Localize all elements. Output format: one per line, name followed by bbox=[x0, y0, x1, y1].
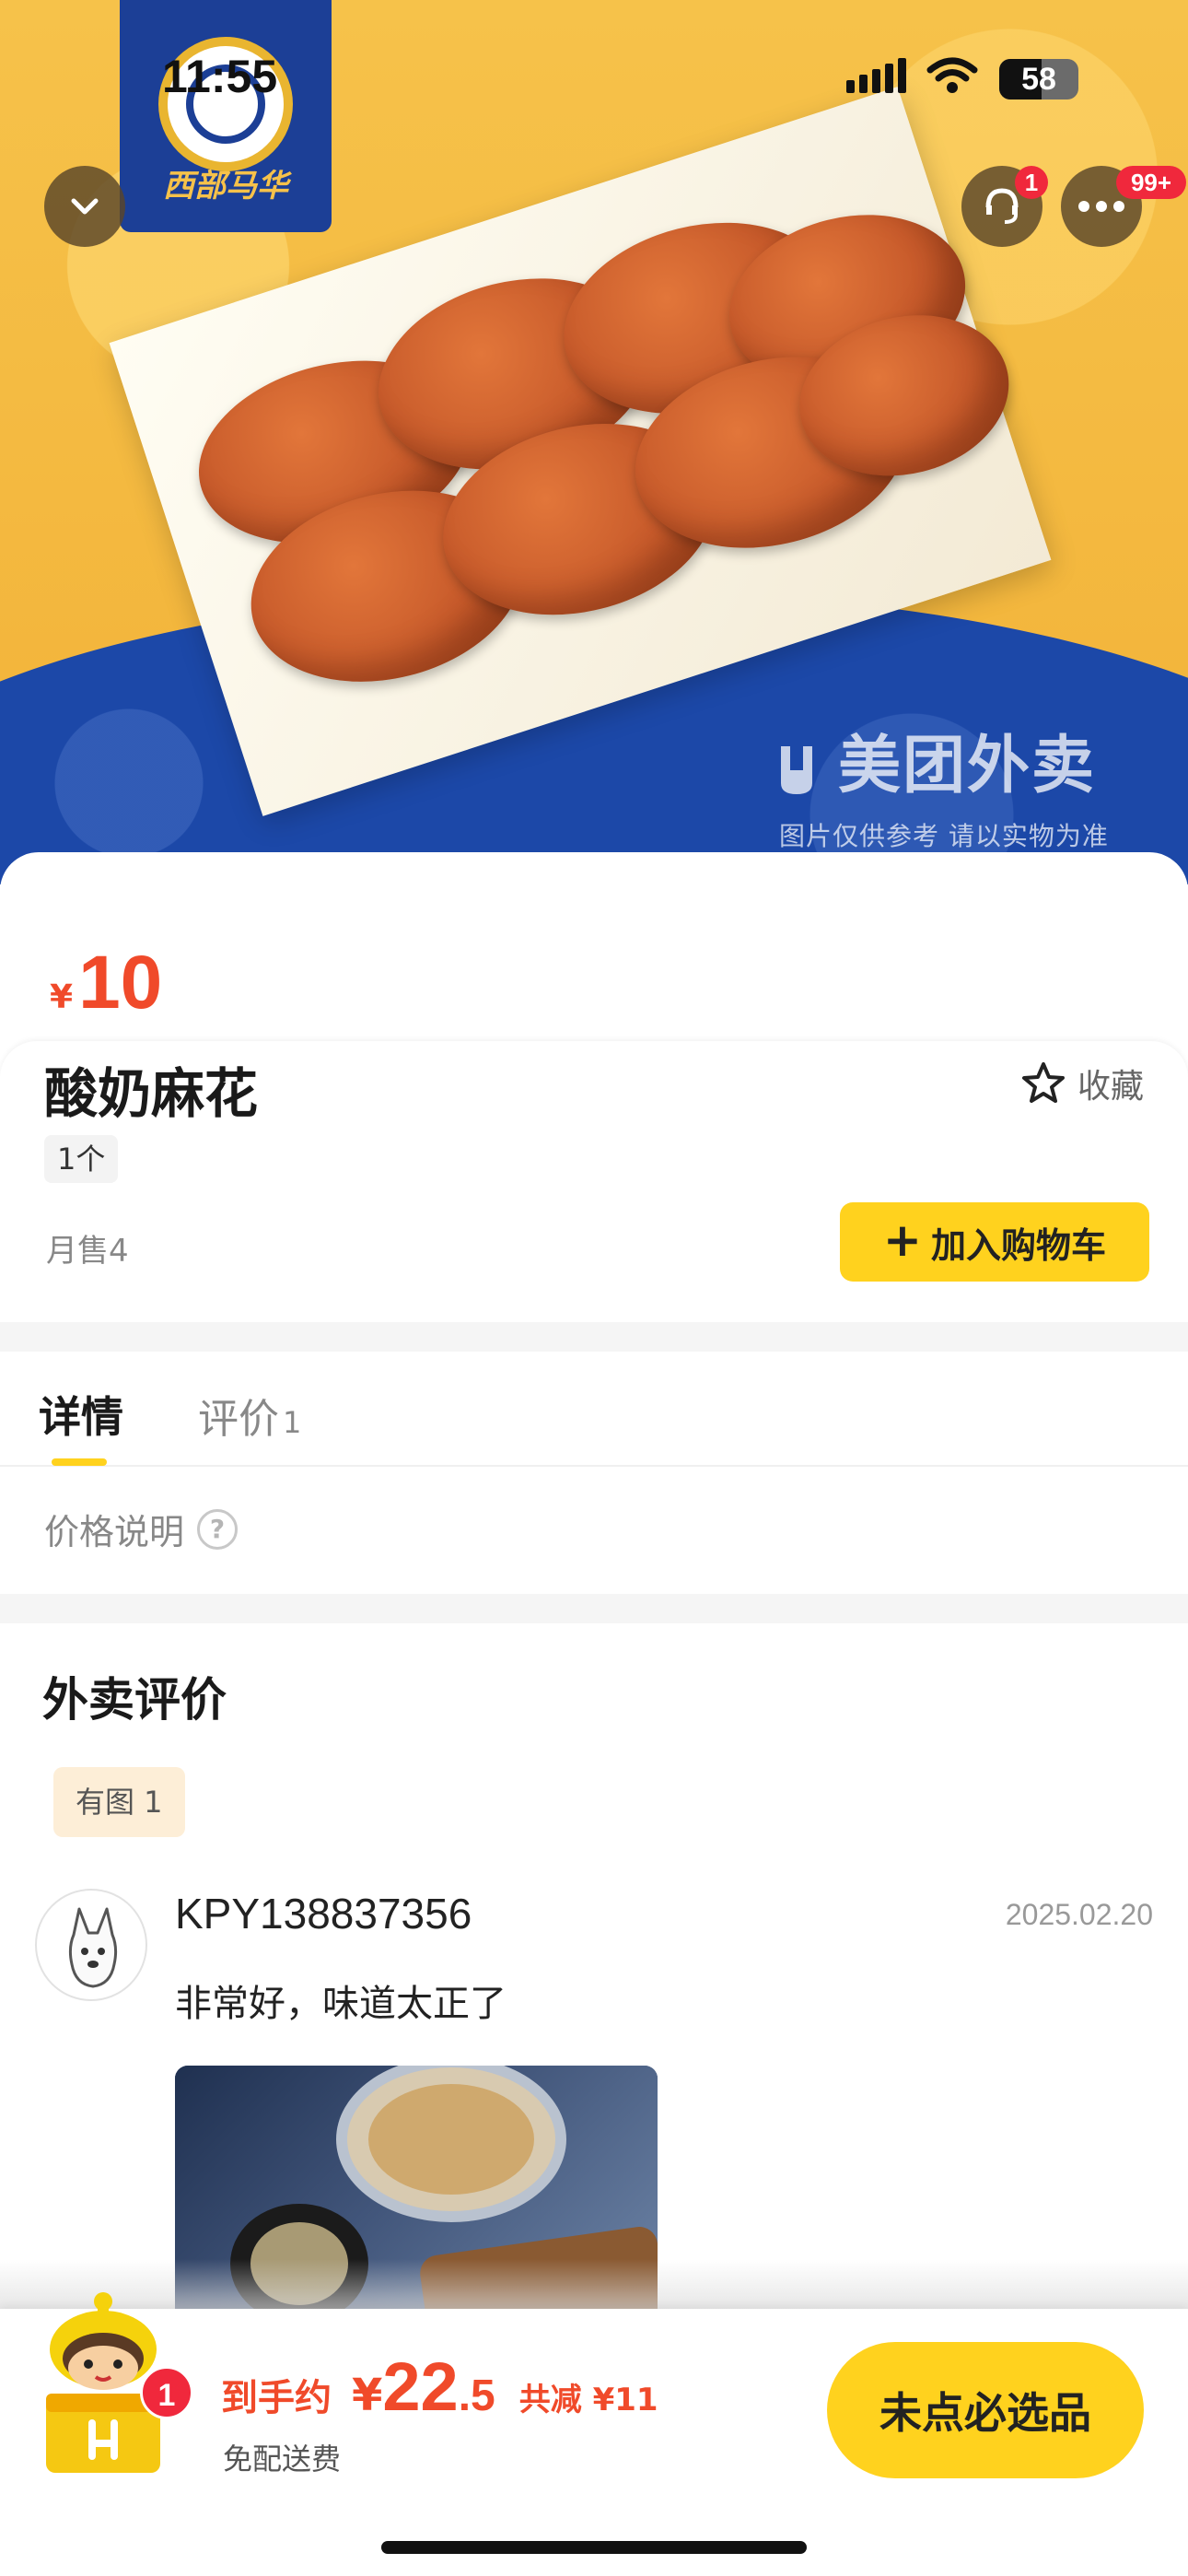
meituan-rabbit-icon bbox=[781, 746, 812, 795]
question-icon: ? bbox=[197, 1508, 239, 1550]
more-icon bbox=[1078, 201, 1124, 212]
filter-chip-with-photos[interactable]: 有图 1 bbox=[53, 1767, 185, 1837]
favorite-button[interactable]: 收藏 bbox=[1020, 1060, 1144, 1107]
avatar bbox=[35, 1889, 147, 2001]
more-badge: 99+ bbox=[1116, 166, 1186, 199]
wifi-icon bbox=[926, 57, 978, 93]
add-to-cart-button[interactable]: + 加入购物车 bbox=[840, 1202, 1149, 1282]
collapse-button[interactable] bbox=[44, 166, 125, 247]
product-name: 酸奶麻花 bbox=[44, 1062, 259, 1125]
total-amount: 22 bbox=[382, 2348, 459, 2425]
chevron-down-icon bbox=[71, 198, 99, 215]
signal-icon bbox=[846, 58, 906, 93]
cart-count-badge: 1 bbox=[140, 2366, 193, 2419]
brand-logo: 西部马华 bbox=[120, 0, 332, 232]
delivery-fee-note: 免配送费 bbox=[223, 2441, 342, 2476]
price-explanation[interactable]: 价格说明 ? bbox=[44, 1504, 239, 1554]
watermark-note: 图片仅供参考 请以实物为准 bbox=[779, 821, 1109, 851]
review-text: 非常好，味道太正了 bbox=[175, 1983, 507, 2025]
unit-tag: 1个 bbox=[44, 1135, 119, 1183]
checkout-button[interactable]: 未点必选品 bbox=[827, 2342, 1144, 2478]
review-date: 2025.02.20 bbox=[1005, 1898, 1153, 1931]
watermark-text: 美团外卖 bbox=[838, 730, 1097, 802]
favorite-label: 收藏 bbox=[1077, 1068, 1144, 1106]
total-label: 到手约 bbox=[221, 2377, 332, 2419]
home-indicator bbox=[381, 2541, 807, 2554]
reviews-heading: 外卖评价 bbox=[42, 1673, 227, 1727]
product-price: ¥10 bbox=[50, 941, 163, 1025]
monthly-sales: 月售4 bbox=[46, 1233, 129, 1270]
star-icon bbox=[1021, 1062, 1065, 1103]
product-hero-image: 西部马华 美团外卖 图片仅供参考 请以实物为准 bbox=[0, 0, 1188, 884]
savings-text: 共减 ¥11 bbox=[518, 2382, 658, 2418]
battery-level: 58 bbox=[1021, 62, 1056, 97]
kangaroo-avatar-icon bbox=[68, 1907, 118, 1988]
review-count: 1 bbox=[283, 1405, 302, 1440]
battery-icon: 58 bbox=[999, 59, 1078, 100]
section-divider bbox=[0, 1322, 1188, 1352]
tab-reviews[interactable]: 评价 1 bbox=[198, 1386, 301, 1445]
tab-active-indicator bbox=[52, 1458, 107, 1466]
add-to-cart-label: 加入购物车 bbox=[930, 1224, 1106, 1266]
cart-total: 到手约 ¥22.5 共减 ¥11 bbox=[221, 2348, 658, 2425]
review-username: KPY138837356 bbox=[175, 1890, 472, 1938]
plus-icon: + bbox=[883, 1213, 922, 1267]
service-badge: 1 bbox=[1015, 166, 1048, 199]
section-divider bbox=[0, 1594, 1188, 1623]
meituan-watermark: 美团外卖 bbox=[764, 714, 1096, 805]
brand-logo-text: 西部马华 bbox=[163, 168, 288, 205]
detail-tabs bbox=[0, 1352, 1188, 1467]
status-time: 11:55 bbox=[162, 51, 278, 102]
tab-details[interactable]: 详情 bbox=[39, 1384, 123, 1445]
